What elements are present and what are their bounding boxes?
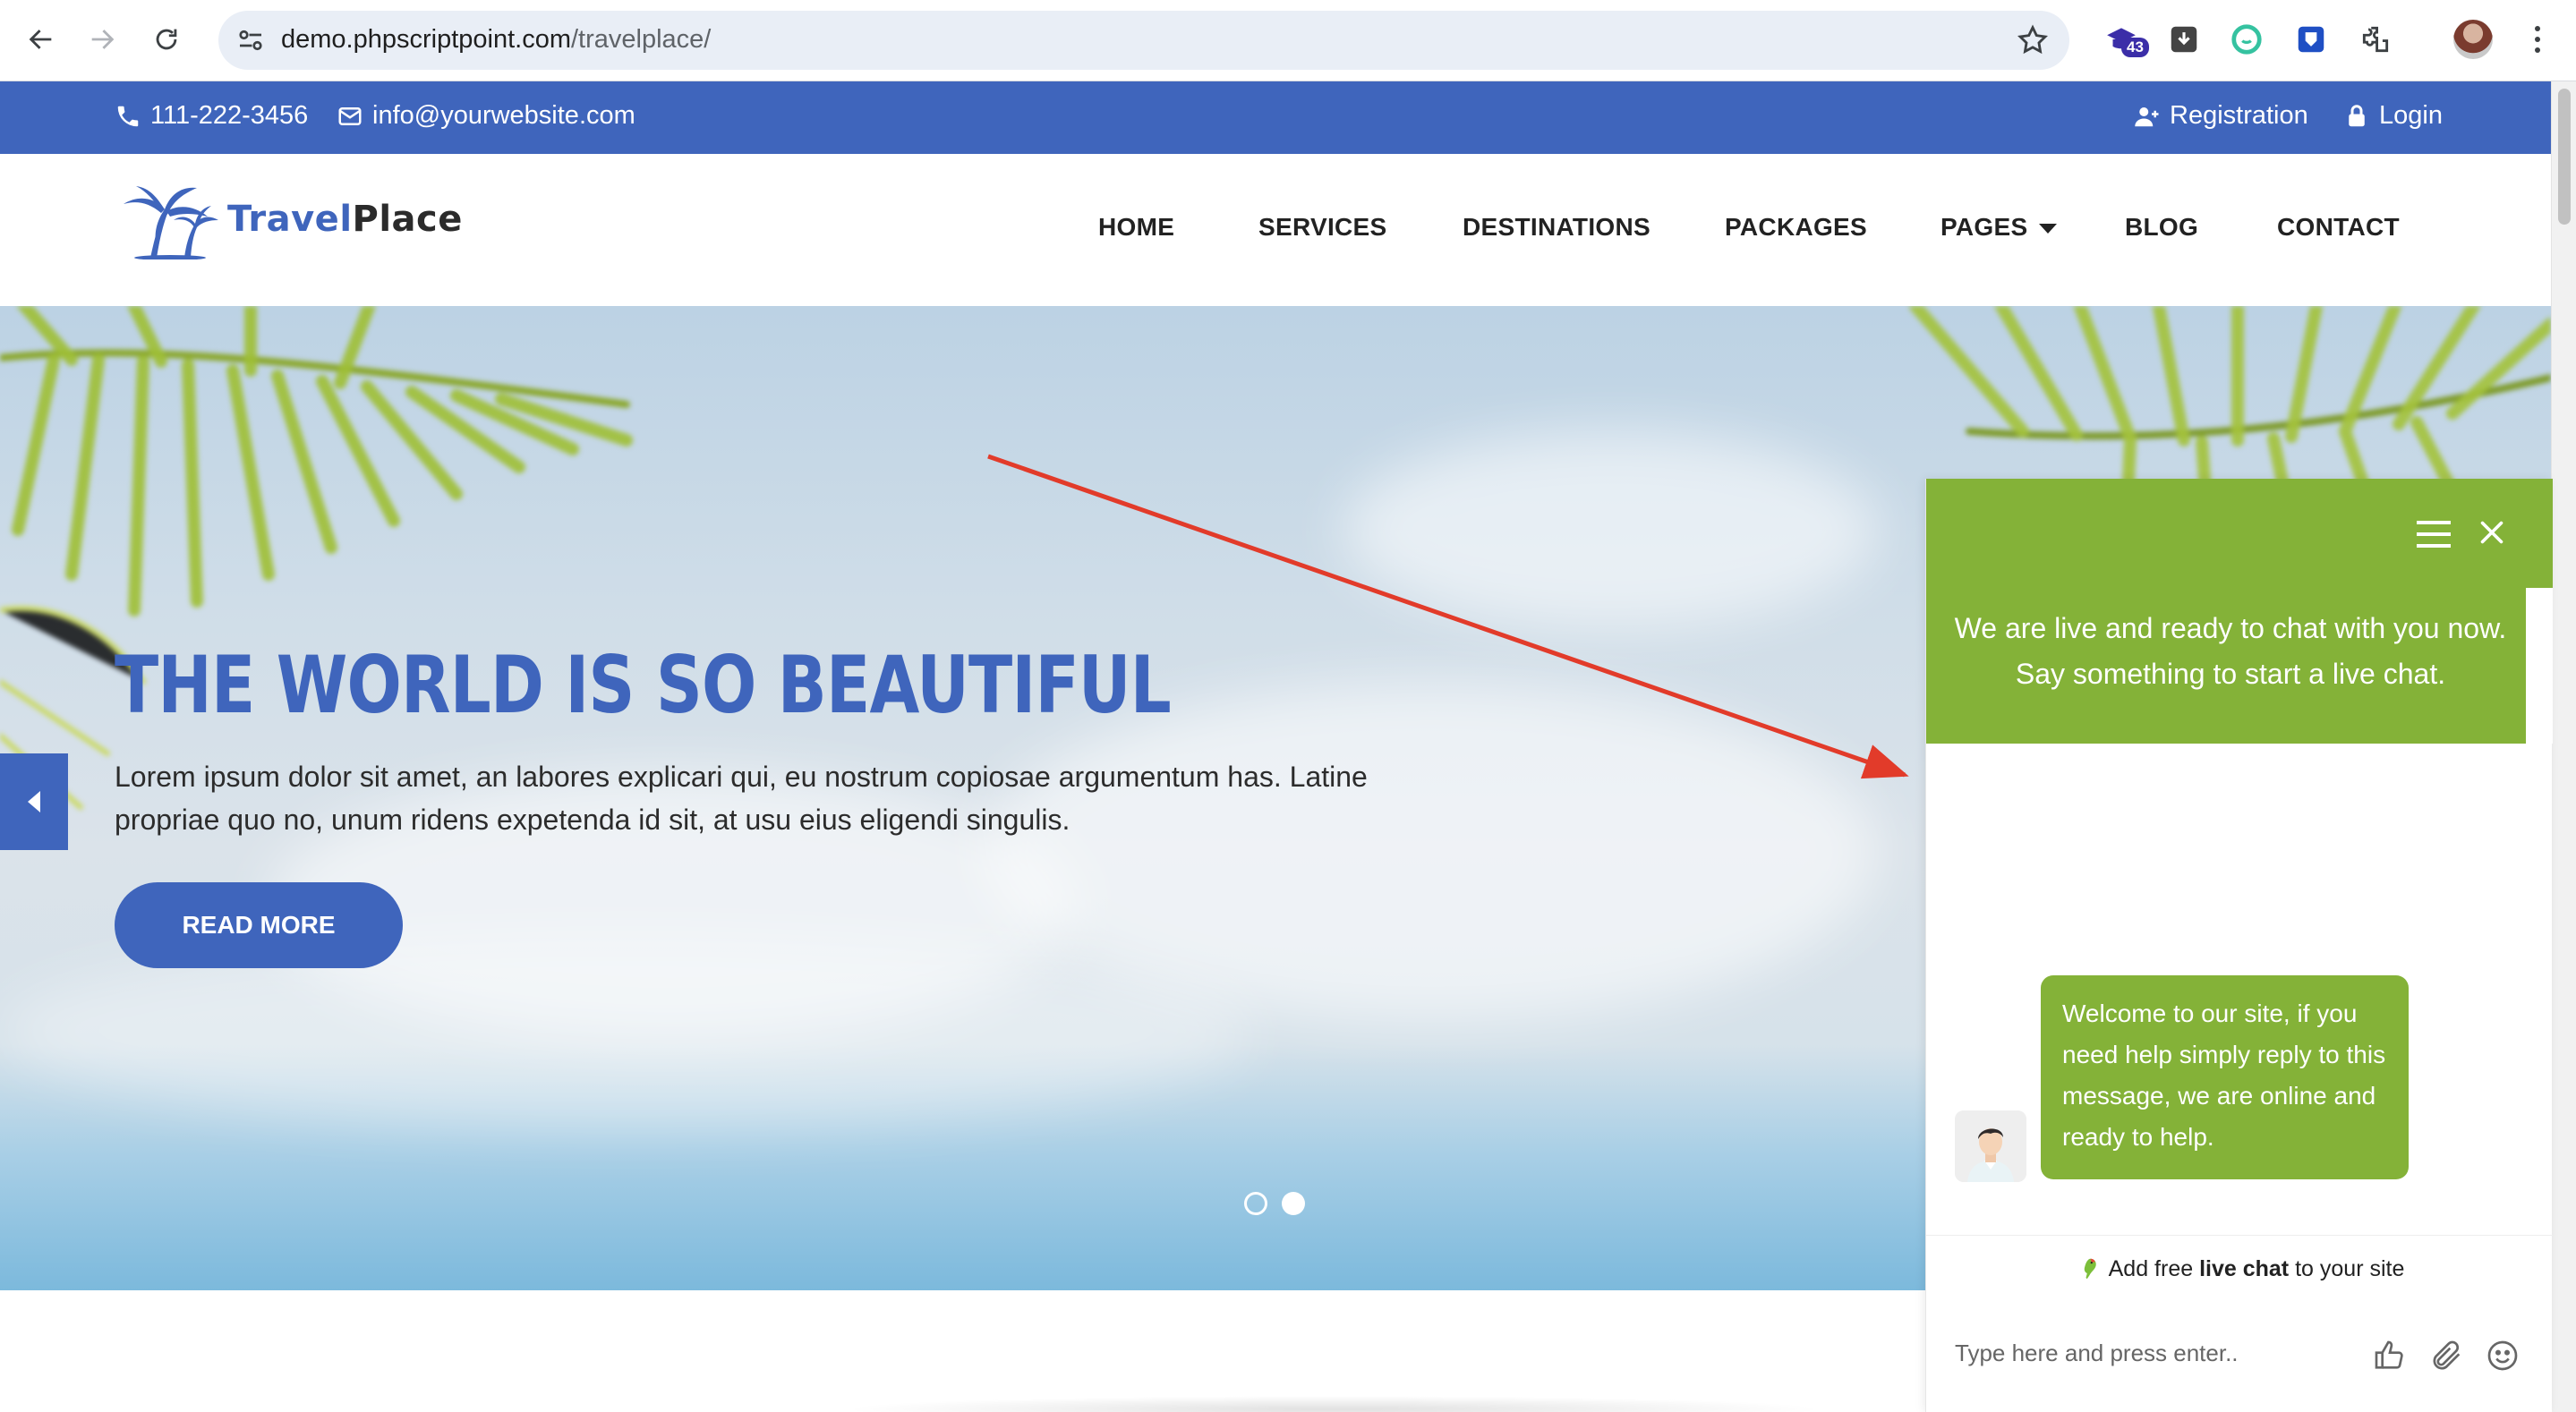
forward-icon[interactable] [81,18,124,61]
slider-dot-2[interactable] [1282,1192,1305,1215]
hero-description: Lorem ipsum dolor sit amet, an labores e… [115,761,1368,836]
lock-icon [2349,104,2365,126]
site-header: TravelPlace HOME SERVICES DESTINATIONS P… [0,154,2551,306]
chat-header-edge [2526,588,2553,744]
profile-avatar[interactable] [2453,20,2493,59]
bookmark-star-icon[interactable] [2016,23,2050,57]
back-icon[interactable] [20,18,63,61]
read-more-button[interactable]: READ MORE [115,882,403,968]
powered-prefix: Add free [2108,1255,2200,1281]
chat-menu-icon[interactable] [2417,521,2451,548]
caret-left-icon [28,791,40,812]
site-logo[interactable]: TravelPlace [115,179,463,259]
browser-menu-icon[interactable] [2522,20,2553,59]
extension-bitwarden-icon[interactable] [2291,20,2331,59]
section-shadow [841,1396,1826,1412]
page-scrollbar[interactable] [2551,81,2576,1412]
chat-greeting: We are live and ready to chat with you n… [1954,612,2507,690]
slider-prev-button[interactable] [0,753,68,850]
chevron-down-icon[interactable] [2039,224,2057,234]
nav-destinations[interactable]: DESTINATIONS [1463,213,1651,242]
url-text[interactable]: demo.phpscriptpoint.com/travelplace/ [281,25,711,55]
chat-message-bubble: Welcome to our site, if you need help si… [2041,975,2409,1179]
email-contact[interactable]: info@yourwebsite.com [337,101,635,131]
browser-toolbar: demo.phpscriptpoint.com/travelplace/ 43 [0,0,2576,81]
logo-text-travel: Travel [227,199,353,240]
page-root: demo.phpscriptpoint.com/travelplace/ 43 … [0,0,2576,1412]
agent-avatar [1955,1110,2026,1182]
chat-header: We are live and ready to chat with you n… [1926,479,2553,744]
chat-close-icon[interactable] [2476,516,2508,549]
phone-number: 111-222-3456 [150,101,309,130]
scrollbar-thumb[interactable] [2558,89,2571,225]
nav-packages[interactable]: PACKAGES [1725,213,1867,242]
address-bar[interactable]: demo.phpscriptpoint.com/travelplace/ [218,11,2069,70]
extension-grammarly-icon[interactable] [2227,20,2266,59]
powered-by-link[interactable]: Add free live chat to your site [1926,1255,2553,1282]
registration-link[interactable]: Registration [2134,101,2308,131]
extension-mortarboard-icon[interactable]: 43 [2102,20,2149,59]
login-label: Login [2379,101,2443,130]
chat-divider [1926,1235,2553,1236]
reload-icon[interactable] [145,18,188,61]
logo-text-place: Place [352,199,463,240]
live-chat-widget: We are live and ready to chat with you n… [1925,479,2553,1412]
thumbs-up-icon[interactable] [2372,1338,2408,1374]
extension-download-icon[interactable] [2164,20,2204,59]
login-link[interactable]: Login [2343,101,2443,131]
nav-blog[interactable]: BLOG [2125,213,2198,242]
phone-icon [117,106,139,126]
parrot-icon [2084,1258,2096,1280]
nav-pages[interactable]: PAGES [1941,213,2027,242]
extension-badge: 43 [2121,38,2149,57]
chat-message-input[interactable] [1955,1340,2349,1367]
envelope-icon [338,106,362,125]
powered-suffix: to your site [2289,1255,2405,1281]
nav-home[interactable]: HOME [1098,213,1174,242]
hero-title: THE WORLD IS SO BEAUTIFUL [115,639,1172,731]
paperclip-icon[interactable] [2429,1338,2465,1374]
nav-services[interactable]: SERVICES [1258,213,1387,242]
palm-tree-logo-icon [124,186,218,259]
emoji-icon[interactable] [2485,1338,2521,1374]
extensions-puzzle-icon[interactable] [2356,20,2395,59]
user-plus-icon [2135,106,2159,126]
powered-bold: live chat [2199,1255,2290,1281]
slider-dot-1[interactable] [1244,1192,1267,1215]
email-address: info@yourwebsite.com [372,101,635,130]
phone-contact[interactable]: 111-222-3456 [115,101,308,131]
top-contact-bar: 111-222-3456 info@yourwebsite.com Regist… [0,81,2551,154]
registration-label: Registration [2170,101,2308,130]
site-settings-icon[interactable] [235,24,267,56]
nav-contact[interactable]: CONTACT [2277,213,2400,242]
